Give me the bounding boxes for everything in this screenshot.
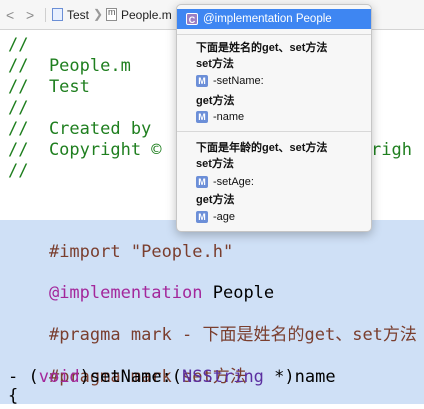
back-arrow-icon[interactable]: < — [6, 7, 14, 23]
menu-item-age[interactable]: M -age — [177, 209, 371, 225]
file-m-icon — [106, 7, 117, 21]
method-icon: M — [196, 176, 208, 188]
menu-section-header: 下面是姓名的get、set方法 — [196, 42, 328, 54]
implementation-keyword: @implementation — [48, 283, 203, 303]
method-signature-line: - (void)setName:(NSString *)name — [8, 367, 336, 388]
method-icon: M — [196, 75, 208, 87]
menu-item-label: -age — [213, 211, 236, 223]
class-name: People — [212, 283, 275, 303]
menu-item-label: -setName: — [213, 75, 264, 87]
code-line: // People.m — [8, 56, 131, 76]
symbol-popup-menu: C @implementation People 下面是姓名的get、set方法… — [176, 4, 372, 232]
menu-subsection-header: set方法 — [196, 58, 234, 70]
breadcrumb-file[interactable]: People.m — [121, 8, 172, 22]
menu-divider — [177, 34, 371, 35]
code-line: // — [8, 98, 29, 118]
code-line: // Copyright © — [8, 140, 162, 160]
menu-item-setname[interactable]: M -setName: — [177, 73, 371, 89]
import-value: "People.h" — [130, 242, 234, 262]
menu-section-header: 下面是年龄的get、set方法 — [196, 142, 328, 154]
method-prefix: - ( — [8, 367, 39, 387]
pragma-keyword: #pragma mark — [48, 325, 172, 345]
menu-subsection-header: get方法 — [196, 95, 235, 107]
menu-divider — [177, 131, 371, 132]
pragma-line: #pragma mark - 下面是姓名的get、set方法 — [8, 304, 417, 345]
class-icon: C — [186, 13, 198, 25]
menu-item-setage[interactable]: M -setAge: — [177, 174, 371, 190]
project-icon — [52, 8, 63, 21]
pragma-text: - 下面是姓名的get、set方法 — [182, 325, 417, 345]
menu-item-label: -name — [213, 111, 245, 123]
divider — [45, 8, 46, 22]
method-param: *)name — [263, 367, 336, 387]
code-line: // Created by — [8, 119, 152, 139]
implementation-line: @implementation People — [8, 262, 274, 303]
code-line-tail: righ — [371, 140, 412, 160]
method-name: )setName:( — [79, 367, 183, 387]
type-name: NSString — [182, 367, 264, 387]
menu-item-label: @implementation People — [203, 13, 332, 25]
import-keyword: #import — [48, 242, 121, 262]
method-icon: M — [196, 111, 208, 123]
menu-subsection-header: set方法 — [196, 158, 234, 170]
code-line: // Test — [8, 77, 90, 97]
forward-arrow-icon[interactable]: > — [26, 7, 34, 23]
breadcrumb-project[interactable]: Test — [67, 8, 89, 22]
menu-item-label: -setAge: — [213, 176, 254, 188]
void-keyword: void — [38, 367, 80, 387]
pragma-line: #pragma mark set方法 — [8, 346, 247, 387]
code-line: // — [8, 161, 29, 181]
method-icon: M — [196, 211, 208, 223]
chevron-right-icon: ❯ — [93, 7, 104, 21]
menu-item-implementation[interactable]: C @implementation People — [177, 9, 371, 29]
menu-subsection-header: get方法 — [196, 194, 235, 206]
code-line: // — [8, 35, 29, 55]
menu-item-name[interactable]: M -name — [177, 109, 371, 125]
